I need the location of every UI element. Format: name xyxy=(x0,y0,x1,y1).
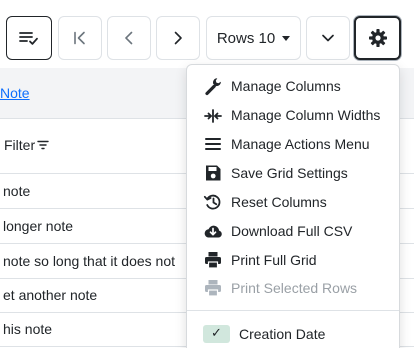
chevron-down-icon xyxy=(322,34,334,42)
menu-item-label: Manage Columns xyxy=(231,77,341,94)
menu-item-label: Print Selected Rows xyxy=(231,279,358,296)
grid-toolbar: Rows 10 xyxy=(0,0,414,68)
column-width-icon xyxy=(203,105,223,125)
chevron-right-icon xyxy=(174,31,182,45)
column-header-note-link[interactable]: Note xyxy=(0,85,30,101)
rows-per-page-label: Rows 10 xyxy=(216,29,276,47)
menu-item-label: Save Grid Settings xyxy=(231,164,348,181)
menu-item-reset-columns[interactable]: Reset Columns xyxy=(187,187,399,216)
note-cell: note xyxy=(3,183,31,199)
data-grid-screen: Rows 10 Note Filter note longer note not… xyxy=(0,0,414,348)
caret-down-icon xyxy=(282,35,291,41)
filter-icon xyxy=(37,140,49,150)
printer-icon xyxy=(203,278,223,298)
note-cell: his note xyxy=(3,321,53,337)
previous-page-button[interactable] xyxy=(107,16,151,60)
expand-toggle-button[interactable] xyxy=(306,16,350,60)
printer-icon xyxy=(203,250,223,270)
sort-button[interactable] xyxy=(6,16,52,60)
filter-button[interactable]: Filter xyxy=(4,137,49,153)
note-cell: longer note xyxy=(3,218,74,234)
filter-label: Filter xyxy=(4,137,36,153)
cloud-download-icon xyxy=(203,221,223,241)
menu-item-print-full-grid[interactable]: Print Full Grid xyxy=(187,245,399,274)
settings-button[interactable] xyxy=(354,16,401,60)
column-toggle-creation-date[interactable]: ✓ Creation Date xyxy=(187,319,399,348)
first-page-icon xyxy=(74,31,85,45)
checkbox-checked[interactable]: ✓ xyxy=(203,324,230,343)
wrench-icon xyxy=(203,76,223,96)
first-page-button[interactable] xyxy=(58,16,102,60)
chevron-left-icon xyxy=(125,31,133,45)
column-toggle-label: Creation Date xyxy=(239,325,326,342)
note-cell: et another note xyxy=(3,287,98,303)
grid-settings-menu: Manage Columns Manage Column Widths Mana… xyxy=(186,64,400,348)
menu-item-save-grid-settings[interactable]: Save Grid Settings xyxy=(187,158,399,187)
menu-divider xyxy=(187,310,399,311)
menu-item-label: Reset Columns xyxy=(231,193,327,210)
menu-item-manage-actions-menu[interactable]: Manage Actions Menu xyxy=(187,129,399,158)
next-page-button[interactable] xyxy=(156,16,200,60)
floppy-disk-icon xyxy=(203,163,223,183)
menu-item-label: Download Full CSV xyxy=(231,222,353,239)
menu-item-label: Manage Actions Menu xyxy=(231,135,370,152)
sort-check-icon xyxy=(19,32,38,45)
menu-item-label: Print Full Grid xyxy=(231,251,317,268)
menu-item-manage-columns[interactable]: Manage Columns xyxy=(187,71,399,100)
list-icon xyxy=(203,134,223,154)
menu-item-manage-column-widths[interactable]: Manage Column Widths xyxy=(187,100,399,129)
note-cell: note so long that it does not xyxy=(3,253,176,269)
history-icon xyxy=(203,192,223,212)
gear-icon xyxy=(368,29,387,47)
menu-item-print-selected-rows[interactable]: Print Selected Rows xyxy=(187,273,399,302)
menu-item-download-full-csv[interactable]: Download Full CSV xyxy=(187,216,399,245)
rows-per-page-dropdown[interactable]: Rows 10 xyxy=(206,16,301,60)
menu-item-label: Manage Column Widths xyxy=(231,106,381,123)
checkmark-icon: ✓ xyxy=(211,326,222,341)
